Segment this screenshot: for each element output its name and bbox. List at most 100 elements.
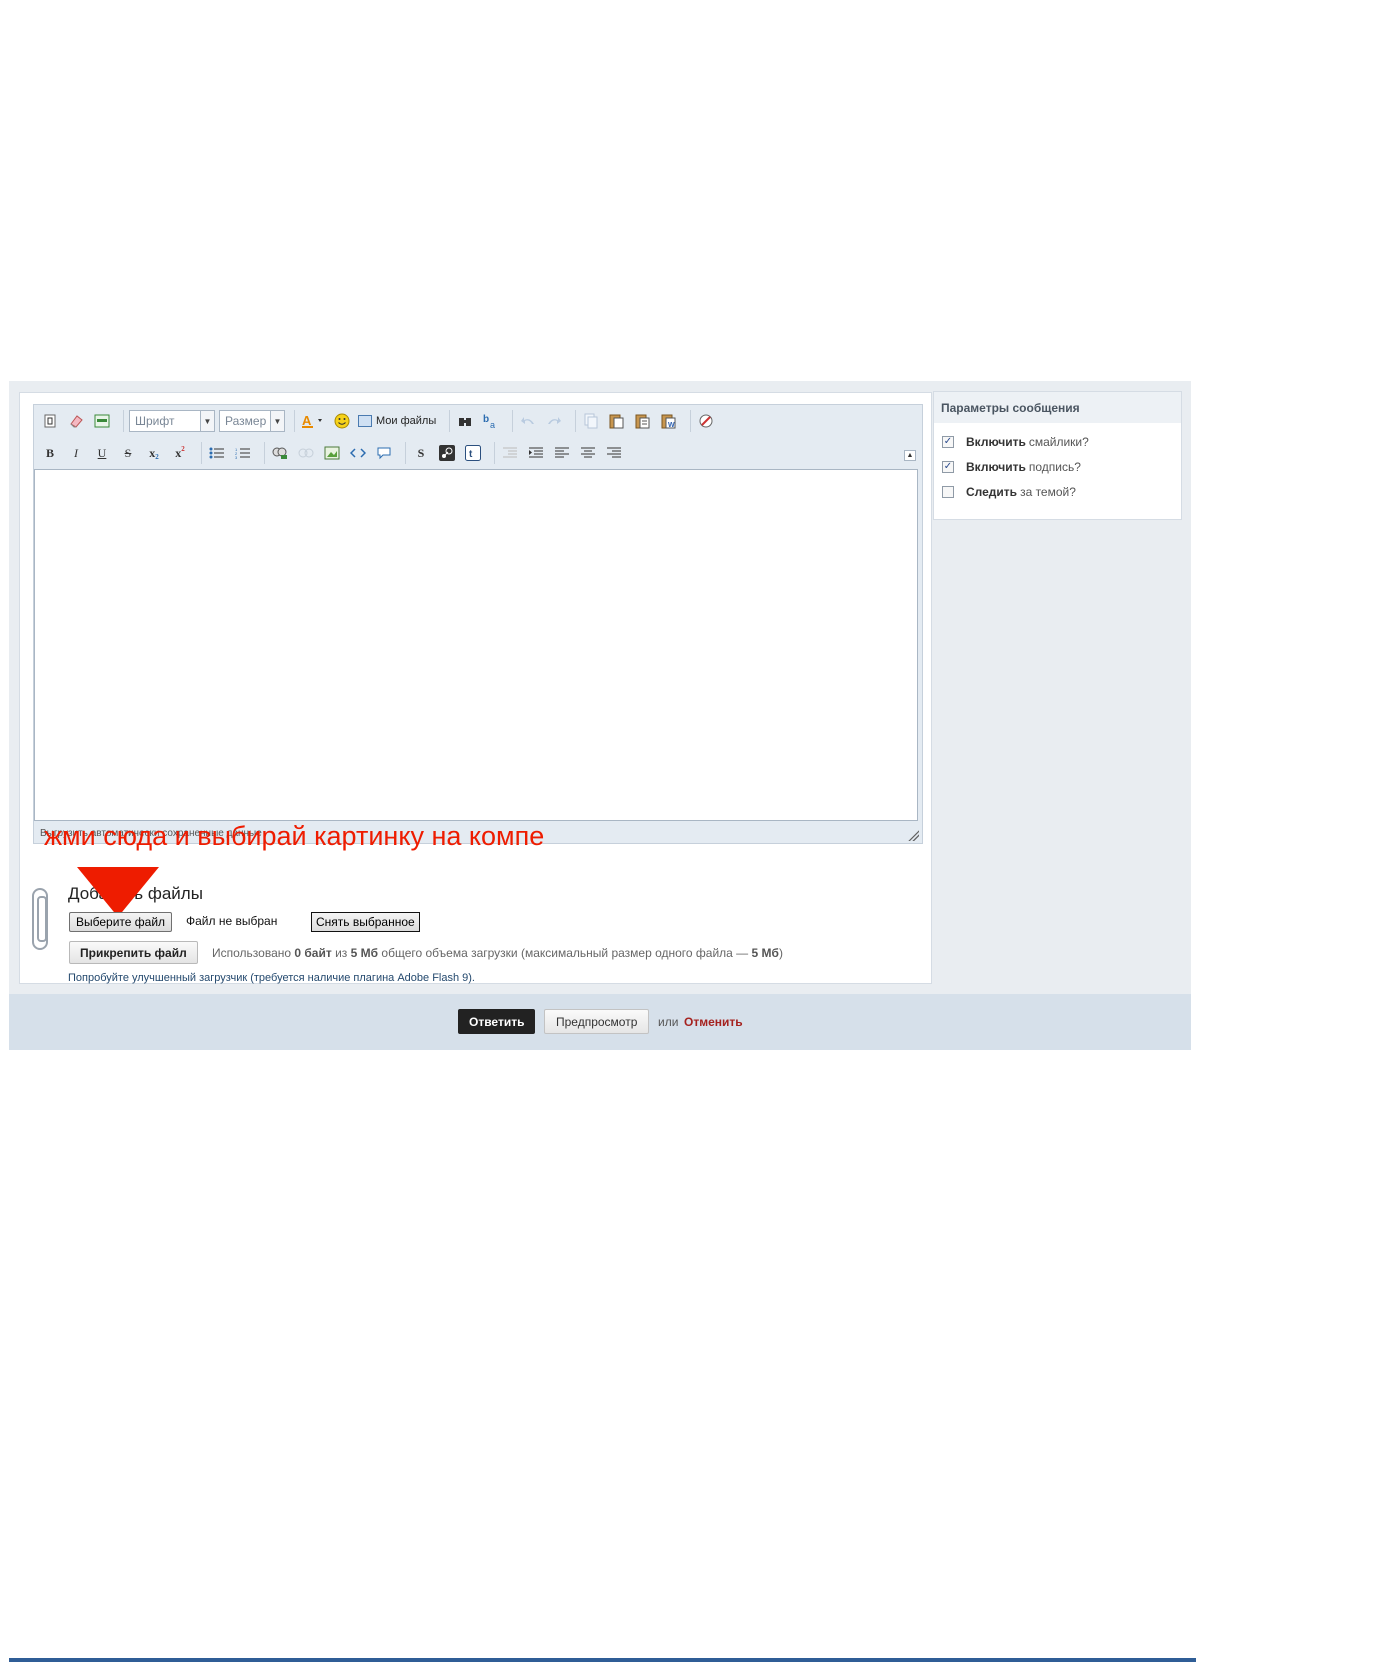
unlink-icon[interactable] [296,443,316,463]
options-header: Параметры сообщения [934,392,1181,423]
option-track-rest: за темой? [1020,485,1076,499]
usage-end: ) [778,946,783,960]
underline-button[interactable]: U [92,443,112,463]
find-icon[interactable] [455,411,475,431]
outdent-icon[interactable] [500,443,520,463]
annotation-text: жми сюда и выбирай картинку на компе [44,821,545,851]
message-options-panel: Параметры сообщения ✓ Включить смайлики?… [933,391,1182,520]
editor-panel: Шрифт ▼ Размер ▼ A Мои файлы b a W B I U… [19,392,932,984]
align-right-icon[interactable] [604,443,624,463]
toolbar-separator [449,410,451,432]
toolbar-row-2: B I U S x2 x2 123 S t [40,440,630,466]
my-files-button[interactable]: Мои файлы [358,415,436,427]
paste-text-icon[interactable] [633,411,653,431]
subscript-mark: 2 [155,453,159,461]
bullet-list-icon[interactable] [207,443,227,463]
align-left-icon[interactable] [552,443,572,463]
option-signature-rest: подпись? [1028,460,1081,474]
replace-icon[interactable]: ba [481,411,501,431]
superscript-button[interactable]: x2 [170,443,190,463]
italic-button[interactable]: I [66,443,86,463]
option-smilies-rest: смайлики? [1028,435,1089,449]
spellcheck-icon[interactable] [696,411,716,431]
align-center-icon[interactable] [578,443,598,463]
undo-icon[interactable] [518,411,538,431]
toolbar-separator [494,442,495,464]
strikethrough-button[interactable]: S [118,443,138,463]
quote-icon[interactable] [374,443,394,463]
option-smilies[interactable]: ✓ Включить смайлики? [942,435,1089,449]
collapse-toolbar-icon[interactable]: ▲ [904,450,916,461]
smiley-icon[interactable] [332,411,352,431]
svg-text:W: W [668,422,675,429]
flash-uploader-link[interactable]: Попробуйте улучшенный загрузчик (требует… [68,972,475,984]
checkbox-track-topic[interactable] [942,486,954,498]
attach-file-button[interactable]: Прикрепить файл [69,941,198,964]
svg-text:3: 3 [235,455,238,460]
numbered-list-icon[interactable]: 123 [233,443,253,463]
indent-icon[interactable] [526,443,546,463]
cancel-link[interactable]: Отменить [684,1015,743,1029]
usage-total: 5 Мб [350,946,379,960]
paperclip-icon [32,888,48,950]
eraser-icon[interactable] [66,411,86,431]
subscript-button[interactable]: x2 [144,443,164,463]
paste-word-icon[interactable]: W [659,411,679,431]
superscript-mark: 2 [181,445,185,453]
svg-text:a: a [490,420,495,429]
toggle-editor-icon[interactable] [92,411,112,431]
checkbox-signature[interactable]: ✓ [942,461,954,473]
font-select-label: Шрифт [135,414,175,428]
usage-of: из [335,946,348,960]
code-icon[interactable] [348,443,368,463]
usage-prefix: Использовано [212,946,292,960]
choose-file-button[interactable]: Выберите файл [69,912,173,932]
or-text: или [658,1015,679,1029]
reply-button[interactable]: Ответить [458,1009,536,1034]
reply-form: Шрифт ▼ Размер ▼ A Мои файлы b a W B I U… [9,381,1196,1662]
toolbar-separator [264,442,265,464]
spoiler-button[interactable]: S [411,443,431,463]
toolbar-separator [512,410,514,432]
toolbar-separator [201,442,202,464]
redo-icon[interactable] [544,411,564,431]
size-select[interactable]: Размер ▼ [219,410,285,432]
copy-icon[interactable] [581,411,601,431]
option-track-topic[interactable]: Следить за темой? [942,485,1076,499]
toolbar-separator [123,410,124,432]
size-select-label: Размер [225,414,267,428]
annotation-arrow-icon [77,867,159,917]
chevron-down-icon: ▼ [200,411,214,431]
my-files-label: Мои файлы [376,415,437,427]
chevron-down-icon: ▼ [270,411,284,431]
checkbox-smilies[interactable]: ✓ [942,436,954,448]
preview-button[interactable]: Предпросмотр [544,1009,650,1034]
bold-button[interactable]: B [40,443,60,463]
option-track-bold: Следить [966,485,1018,499]
message-textarea[interactable] [34,469,918,821]
no-file-text: Файл не выбран [186,914,278,928]
paste-icon[interactable] [607,411,627,431]
toolbar-separator [294,410,295,432]
toolbar-row-1: Шрифт ▼ Размер ▼ A Мои файлы b a W [40,408,722,434]
option-smilies-bold: Включить [966,435,1026,449]
usage-suffix: общего объема загрузки (максимальный раз… [381,946,749,960]
option-signature[interactable]: ✓ Включить подпись? [942,460,1081,474]
toolbar-separator [575,410,577,432]
bottom-border [9,1658,1196,1662]
upload-usage-text: Использовано 0 байт из 5 Мб общего объем… [212,946,783,960]
twitter-icon[interactable]: t [463,443,483,463]
usage-used: 0 байт [294,946,332,960]
text-color-icon[interactable]: A [300,411,326,431]
option-signature-bold: Включить [966,460,1026,474]
resize-handle-icon[interactable] [907,829,919,841]
link-icon[interactable] [270,443,290,463]
font-select[interactable]: Шрифт ▼ [129,410,215,432]
form-footer: Ответить Предпросмотр или Отменить [9,994,1196,1662]
source-icon[interactable] [40,411,60,431]
clear-selection-button[interactable]: Снять выбранное [311,912,420,932]
image-icon[interactable] [322,443,342,463]
toolbar-separator [405,442,406,464]
files-icon [358,415,372,427]
steam-icon[interactable] [437,443,457,463]
